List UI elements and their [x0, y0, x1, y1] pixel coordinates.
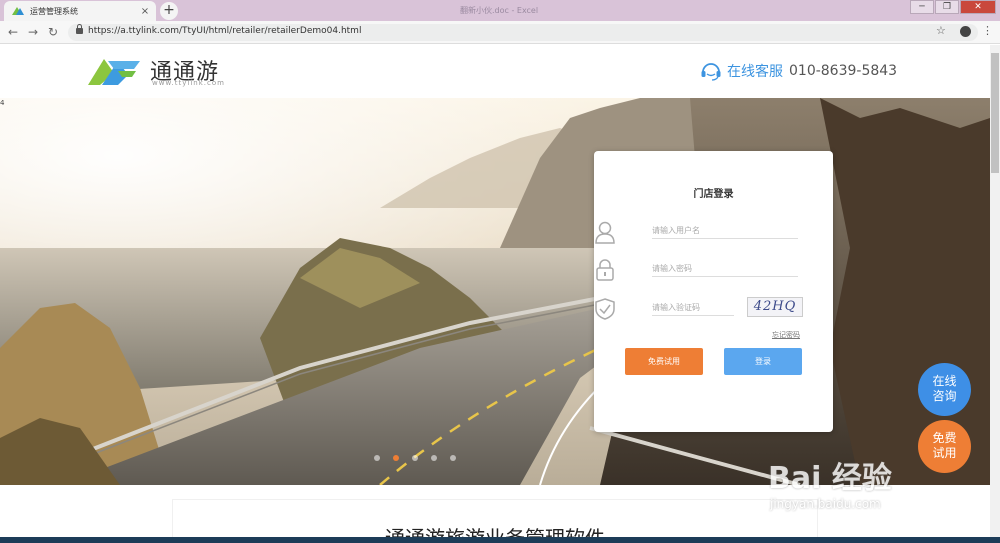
hero-landscape-image [0, 98, 990, 485]
watermark-text: Bai 经验 [768, 461, 892, 496]
carousel-dots [374, 455, 469, 461]
carousel-dot[interactable] [450, 455, 456, 461]
logo-mark-icon[interactable] [88, 53, 144, 87]
consult-line-2: 咨询 [932, 389, 957, 403]
close-window-button[interactable]: ✕ [960, 0, 996, 14]
forgot-password-link[interactable]: 忘记密码 [772, 330, 800, 340]
watermark-url: jingyan.baidu.com [770, 497, 881, 511]
store-login-panel: 门店登录 42HQ 忘记密码 免费试用 登录 [594, 151, 833, 432]
consult-line-1: 在线 [932, 374, 957, 388]
scrollbar-thumb[interactable] [991, 53, 999, 173]
url-text[interactable]: https://a.ttylink.com/TtyUI/html/retaile… [88, 26, 361, 36]
window-controls: ─ ❐ ✕ [909, 0, 996, 14]
forward-icon[interactable]: → [28, 25, 38, 39]
carousel-dot[interactable] [374, 455, 380, 461]
page-scrollbar[interactable] [990, 45, 1000, 543]
user-icon [595, 221, 615, 244]
shield-icon [595, 298, 615, 320]
service-label[interactable]: 在线客服 [727, 61, 783, 81]
online-consult-button[interactable]: 在线 咨询 [918, 363, 971, 416]
new-tab-button[interactable]: + [160, 2, 178, 20]
tab-title: 运营管理系统 [30, 6, 78, 16]
captcha-input[interactable] [652, 300, 734, 316]
logo-url: www.ttylink.com [152, 79, 225, 87]
captcha-image[interactable]: 42HQ [747, 297, 803, 317]
address-bar[interactable]: https://a.ttylink.com/TtyUI/html/retaile… [68, 24, 978, 41]
minimize-button[interactable]: ─ [910, 0, 934, 14]
maximize-button[interactable]: ❐ [935, 0, 959, 14]
carousel-dot[interactable] [431, 455, 437, 461]
online-service[interactable]: 在线客服 010-8639-5843 [700, 61, 897, 81]
lock-icon [596, 259, 614, 281]
service-phone: 010-8639-5843 [789, 63, 898, 79]
browser-tab[interactable]: 运营管理系统 × [4, 1, 156, 21]
free-trial-button[interactable]: 免费试用 [625, 348, 703, 375]
headset-icon [701, 63, 721, 81]
reload-icon[interactable]: ↻ [48, 25, 58, 39]
trial-line-1: 免费 [932, 431, 957, 445]
os-taskbar [0, 537, 1000, 543]
carousel-dot-active[interactable] [393, 455, 399, 461]
bookmark-star-icon[interactable]: ☆ [936, 24, 946, 37]
browser-menu-icon[interactable]: ⋮ [982, 24, 993, 37]
browser-toolbar: ← → ↻ https://a.ttylink.com/TtyUI/html/r… [0, 21, 1000, 44]
username-input[interactable] [652, 223, 798, 239]
site-header: 通通游 www.ttylink.com 在线客服 010-8639-5843 [0, 45, 990, 98]
slide-number: 4 [0, 99, 5, 107]
login-title: 门店登录 [693, 189, 734, 200]
baidu-watermark: Bai 经验 jingyan.baidu.com [768, 453, 958, 523]
background-window-title: 翻新小伙.doc - Excel [460, 6, 539, 15]
login-button[interactable]: 登录 [724, 348, 802, 375]
site-favicon-icon [12, 6, 24, 16]
account-icon[interactable] [960, 26, 971, 37]
back-icon[interactable]: ← [8, 25, 18, 39]
hero-banner: 4 门店登录 42HQ 忘记密码 免费试用 登录 [0, 98, 990, 485]
tab-close-icon[interactable]: × [138, 6, 152, 17]
password-input[interactable] [652, 261, 798, 277]
secure-lock-icon [76, 24, 83, 34]
carousel-dot[interactable] [412, 455, 418, 461]
browser-tab-strip: 运营管理系统 × + 翻新小伙.doc - Excel ─ ❐ ✕ [0, 0, 1000, 21]
